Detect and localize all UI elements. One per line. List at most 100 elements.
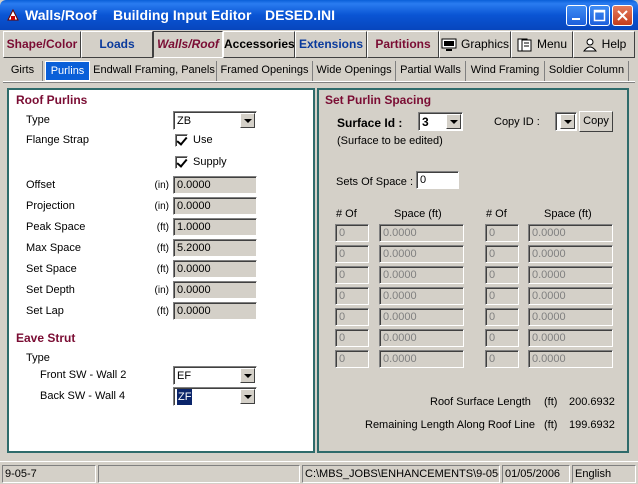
tab-framed-openings[interactable]: Framed Openings [217,61,313,81]
shape-color-button[interactable]: Shape/Color [3,31,81,58]
set-space-label: Set Space [26,263,77,275]
left-space-field[interactable]: 0.0000 [379,266,464,284]
app-icon [7,8,19,21]
supply-checkbox[interactable] [175,156,188,169]
tab-partial-walls[interactable]: Partial Walls [396,61,466,81]
right-num-header: # Of [486,208,507,220]
partitions-button[interactable]: Partitions [367,31,439,58]
left-space-field[interactable]: 0.0000 [379,308,464,326]
use-checkbox[interactable] [175,134,188,147]
sub-tab-bar: Girts Purlins Endwall Framing, Panels Fr… [3,60,635,81]
remaining-length-unit: (ft) [544,419,558,431]
walls-roof-button[interactable]: Walls/Roof [153,31,223,58]
right-num-field[interactable]: 0 [485,287,519,305]
tab-wide-openings[interactable]: Wide Openings [313,61,396,81]
right-space-field[interactable]: 0.0000 [528,266,613,284]
right-num-field[interactable]: 0 [485,224,519,242]
max-space-field[interactable]: 5.2000 [173,239,257,257]
purlin-spacing-title: Set Purlin Spacing [325,93,432,107]
set-space-unit: (ft) [156,264,169,275]
help-label: Help [601,37,627,51]
left-space-header: Space (ft) [394,208,442,220]
copy-id-select[interactable] [555,112,577,131]
set-depth-field[interactable]: 0.0000 [173,281,257,299]
menu-label: Menu [536,37,568,51]
chevron-down-icon[interactable] [240,368,255,383]
offset-field[interactable]: 0.0000 [173,176,257,194]
right-space-field[interactable]: 0.0000 [528,224,613,242]
roof-length-value: 200.6932 [569,396,615,408]
left-space-field[interactable]: 0.0000 [379,350,464,368]
set-depth-unit: (in) [154,285,169,296]
back-sw-label: Back SW - Wall 4 [40,390,126,402]
main-menu-bar: Shape/Color Loads Walls/Roof Accessories… [3,31,635,58]
right-num-field[interactable]: 0 [485,308,519,326]
surface-note: (Surface to be edited) [337,135,443,147]
maximize-icon [593,9,606,22]
left-num-field[interactable]: 0 [335,329,369,347]
surface-id-select[interactable]: 3 [418,112,463,131]
projection-field[interactable]: 0.0000 [173,197,257,215]
menu-button[interactable]: Menu [511,31,573,58]
left-space-field[interactable]: 0.0000 [379,245,464,263]
eave-strut-title: Eave Strut [16,331,76,345]
chevron-down-icon[interactable] [240,389,255,404]
back-sw-select[interactable]: ZF [173,387,257,406]
copy-id-label: Copy ID : [494,116,540,128]
right-num-field[interactable]: 0 [485,266,519,284]
max-space-unit: (ft) [156,243,169,254]
left-space-field[interactable]: 0.0000 [379,224,464,242]
minimize-icon [572,18,580,20]
right-num-field[interactable]: 0 [485,245,519,263]
left-space-field[interactable]: 0.0000 [379,329,464,347]
peak-space-field[interactable]: 1.0000 [173,218,257,236]
loads-button[interactable]: Loads [81,31,153,58]
set-lap-field[interactable]: 0.0000 [173,302,257,320]
tab-wind-framing[interactable]: Wind Framing [466,61,545,81]
roof-length-unit: (ft) [544,396,558,408]
tab-girts[interactable]: Girts [3,61,43,81]
purlin-type-select[interactable]: ZB [173,111,257,130]
left-space-field[interactable]: 0.0000 [379,287,464,305]
maximize-button[interactable] [589,5,610,26]
right-num-field[interactable]: 0 [485,350,519,368]
minimize-button[interactable] [566,5,587,26]
sets-of-space-label: Sets Of Space : [336,176,414,188]
accessories-button[interactable]: Accessories [223,31,295,58]
peak-space-unit: (ft) [156,222,169,233]
right-num-field[interactable]: 0 [485,329,519,347]
projection-label: Projection [26,200,75,212]
tab-purlins[interactable]: Purlins [45,61,90,81]
eave-type-label: Type [26,352,50,364]
chevron-down-icon[interactable] [446,114,461,129]
right-space-field[interactable]: 0.0000 [528,308,613,326]
status-path: C:\MBS_JOBS\ENHANCEMENTS\9-05-7 [302,465,500,483]
left-num-field[interactable]: 0 [335,308,369,326]
title-bar: Walls/Roof Building Input Editor DESED.I… [0,0,638,30]
flange-strap-label: Flange Strap [26,134,89,146]
sets-of-space-field[interactable]: 0 [416,171,459,189]
help-button[interactable]: Help [573,31,635,58]
graphics-button[interactable]: Graphics [439,31,511,58]
surface-id-label: Surface Id : [337,116,403,130]
left-num-field[interactable]: 0 [335,350,369,368]
extensions-button[interactable]: Extensions [295,31,367,58]
chevron-down-icon[interactable] [560,114,575,129]
set-space-field[interactable]: 0.0000 [173,260,257,278]
chevron-down-icon[interactable] [240,113,255,128]
right-space-field[interactable]: 0.0000 [528,350,613,368]
copy-button[interactable]: Copy [579,111,613,132]
front-sw-select[interactable]: EF [173,366,257,385]
right-space-field[interactable]: 0.0000 [528,245,613,263]
left-num-field[interactable]: 0 [335,266,369,284]
right-space-field[interactable]: 0.0000 [528,329,613,347]
purlin-type-label: Type [26,114,50,126]
right-space-header: Space (ft) [544,208,592,220]
tab-endwall-framing[interactable]: Endwall Framing, Panels [92,61,217,81]
right-space-field[interactable]: 0.0000 [528,287,613,305]
left-num-field[interactable]: 0 [335,245,369,263]
left-num-field[interactable]: 0 [335,287,369,305]
close-button[interactable] [612,5,633,26]
tab-soldier-column[interactable]: Soldier Column [545,61,629,81]
left-num-field[interactable]: 0 [335,224,369,242]
